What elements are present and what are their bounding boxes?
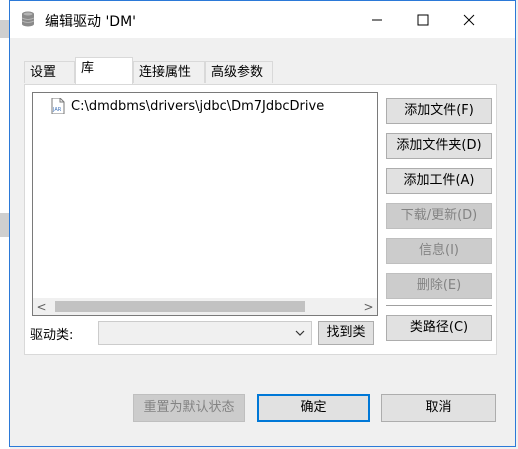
library-panel: JAR C:\dmdbms\drivers\jdbc\Dm7JdbcDrive … [24, 84, 497, 355]
driver-class-select[interactable] [98, 321, 312, 345]
class-path-button[interactable]: 类路径(C) [386, 315, 492, 341]
reset-default-button[interactable]: 重置为默认状态 [133, 394, 245, 422]
svg-text:JAR: JAR [52, 107, 62, 113]
tab-label: 连接属性 [139, 65, 192, 80]
window-title: 编辑驱动 'DM' [45, 14, 137, 30]
add-artifact-button[interactable]: 添加工件(A) [386, 168, 492, 194]
tab-advanced-parameters[interactable]: 高级参数 [205, 61, 273, 83]
title-bar: 编辑驱动 'DM' [10, 1, 515, 38]
chevron-right-icon: > [363, 299, 374, 314]
tab-settings[interactable]: 设置 [24, 61, 75, 83]
scrollbar-thumb[interactable] [55, 301, 305, 312]
tab-label: 高级参数 [211, 65, 264, 80]
library-path: C:\dmdbms\drivers\jdbc\Dm7JdbcDrive [71, 98, 325, 114]
tab-bar: 设置 库 连接属性 高级参数 [24, 57, 504, 85]
library-file-list[interactable]: JAR C:\dmdbms\drivers\jdbc\Dm7JdbcDrive … [32, 92, 378, 316]
tab-connection-properties[interactable]: 连接属性 [133, 61, 205, 83]
tab-label: 库 [81, 61, 95, 76]
find-class-button[interactable]: 找到类 [318, 321, 374, 345]
close-icon [463, 14, 475, 25]
add-folder-button[interactable]: 添加文件夹(D) [386, 133, 492, 159]
chevron-left-icon: < [36, 299, 47, 314]
add-file-button[interactable]: 添加文件(F) [386, 98, 492, 124]
database-icon [21, 11, 35, 27]
delete-button[interactable]: 删除(E) [386, 273, 492, 299]
info-button[interactable]: 信息(I) [386, 238, 492, 264]
tab-library[interactable]: 库 [75, 57, 133, 84]
scroll-right-button[interactable]: > [360, 298, 377, 315]
jar-file-icon: JAR [51, 98, 65, 114]
list-item[interactable]: JAR C:\dmdbms\drivers\jdbc\Dm7JdbcDrive [51, 96, 324, 116]
horizontal-scrollbar[interactable]: < > [33, 298, 377, 315]
close-button[interactable] [446, 1, 492, 38]
minimize-button[interactable] [354, 1, 400, 38]
edit-driver-dialog: 编辑驱动 'DM' 设置 库 连接属性 高级参数 JAR C:\dmdbms\d… [9, 0, 516, 447]
download-update-button[interactable]: 下载/更新(D) [386, 203, 492, 229]
maximize-button[interactable] [400, 1, 446, 38]
scroll-left-button[interactable]: < [33, 298, 50, 315]
ok-button[interactable]: 确定 [257, 394, 370, 422]
separator [386, 305, 492, 306]
driver-class-label: 驱动类: [30, 328, 74, 343]
maximize-icon [417, 14, 429, 25]
minimize-icon [372, 19, 382, 20]
chevron-down-icon [295, 330, 305, 336]
cancel-button[interactable]: 取消 [381, 394, 496, 422]
tab-label: 设置 [30, 65, 57, 80]
